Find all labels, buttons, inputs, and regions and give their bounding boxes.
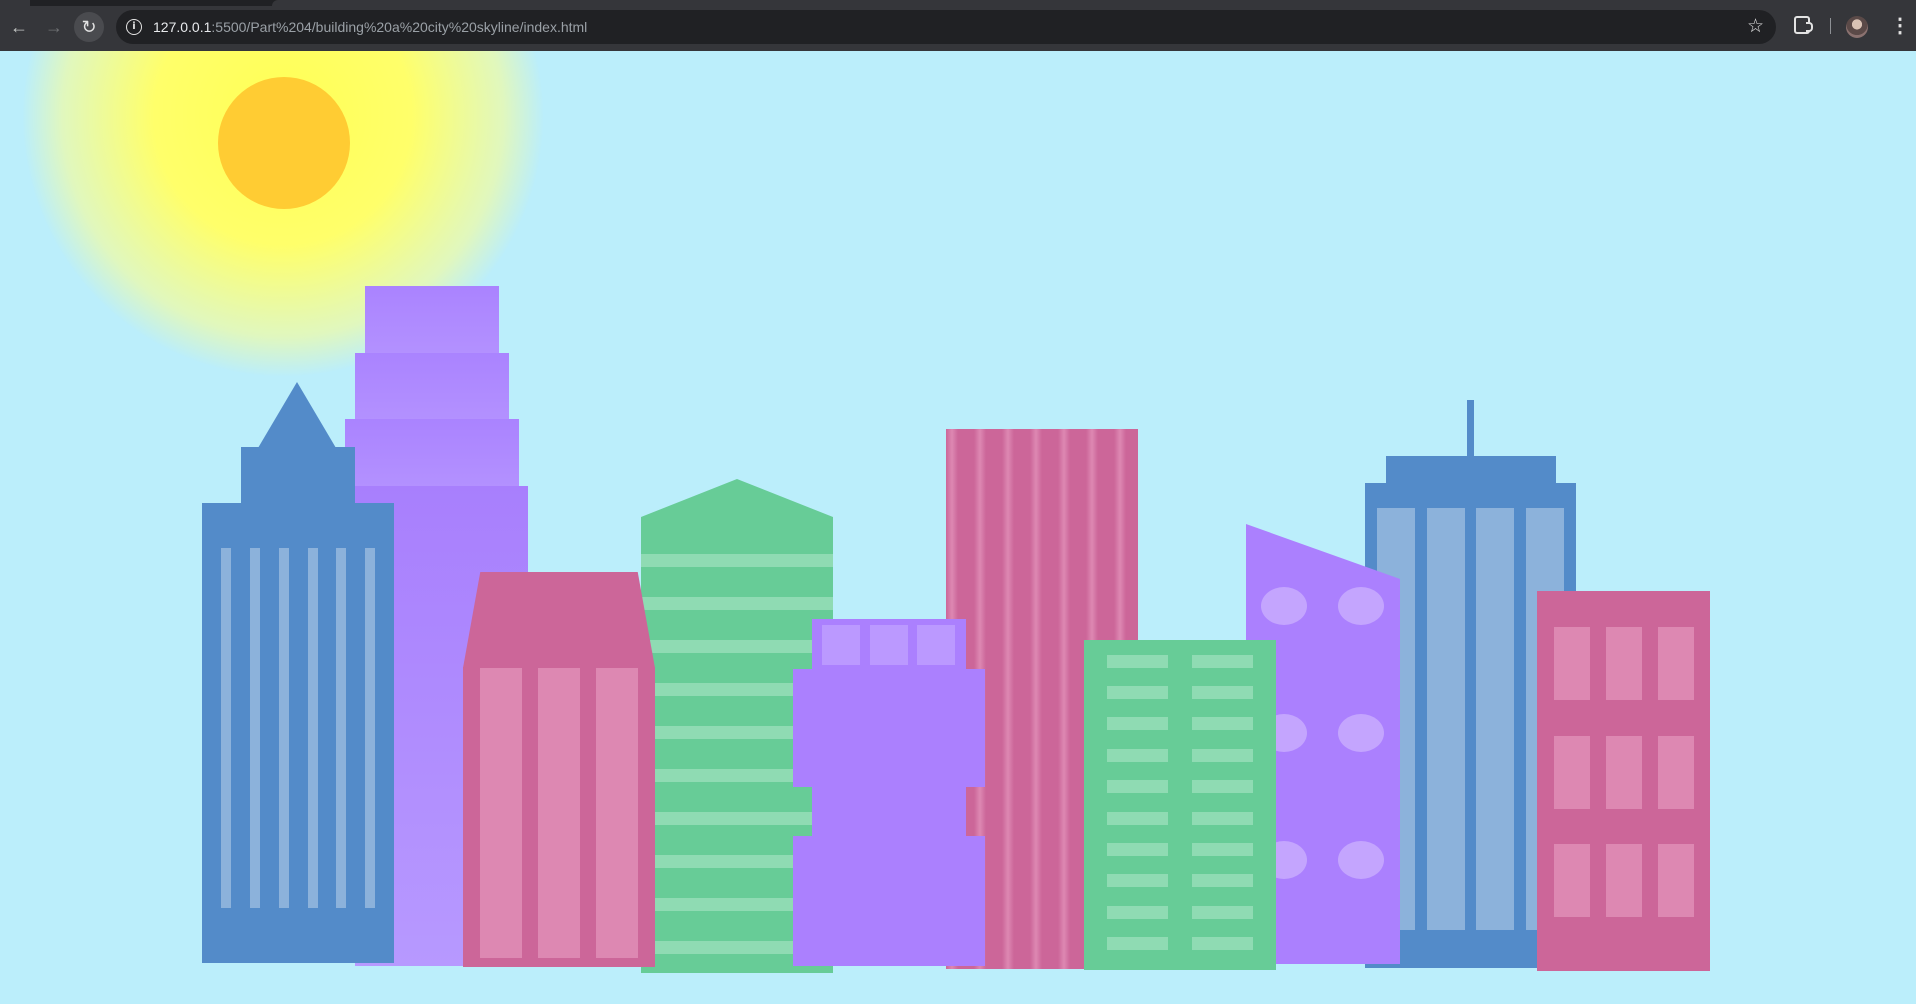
window: [1554, 627, 1590, 700]
tab-active[interactable]: [0, 0, 30, 6]
window: [1192, 937, 1253, 950]
purple-boxy-section: [793, 669, 985, 787]
window-stripe: [250, 548, 260, 908]
window-stripe: [279, 548, 289, 908]
blue-tower-top: [241, 447, 355, 505]
window: [1192, 780, 1253, 793]
arrow-left-icon: ←: [10, 17, 28, 37]
purple-tower-step: [365, 286, 499, 354]
antenna: [1467, 400, 1474, 462]
round-window: [1261, 587, 1307, 625]
round-window: [1338, 587, 1384, 625]
purple-tower-step: [345, 419, 519, 486]
blue-tower-spire: [258, 382, 336, 448]
window: [1192, 874, 1253, 887]
star-icon[interactable]: ☆: [1747, 15, 1764, 37]
reload-icon: ↻: [81, 17, 97, 37]
window: [1606, 627, 1642, 700]
window-column: [1476, 508, 1514, 930]
window: [1107, 906, 1168, 919]
blue-tower-top: [1386, 456, 1556, 486]
window-stripe: [221, 548, 231, 908]
window: [1107, 655, 1168, 668]
avatar[interactable]: [1846, 16, 1868, 38]
window: [1554, 844, 1590, 917]
forward-button[interactable]: →: [39, 12, 69, 42]
window-band: [641, 554, 833, 567]
window-column: [480, 668, 522, 958]
purple-boxy-building: [793, 836, 985, 966]
pink-trapezoid-roof: [463, 572, 655, 668]
window: [1107, 686, 1168, 699]
address-bar[interactable]: i 127.0.0.1:5500/Part%204/building%20a%2…: [116, 10, 1776, 44]
window: [1107, 874, 1168, 887]
back-button[interactable]: ←: [4, 12, 34, 42]
kebab-menu-icon[interactable]: ⋮: [1890, 14, 1910, 38]
window: [1107, 937, 1168, 950]
round-window: [1338, 841, 1384, 879]
window-band: [641, 640, 833, 653]
window: [1606, 736, 1642, 809]
round-window: [1338, 714, 1384, 752]
window: [1554, 736, 1590, 809]
purple-boxy-section: [812, 786, 966, 836]
arrow-right-icon: →: [45, 17, 63, 37]
window-band: [641, 597, 833, 610]
window: [1192, 717, 1253, 730]
sun: [218, 77, 350, 209]
window: [1658, 844, 1694, 917]
toolbar-divider: [1830, 18, 1831, 34]
window: [917, 625, 955, 665]
window: [822, 625, 860, 665]
url-path: :5500/Part%204/building%20a%20city%20sky…: [211, 19, 588, 35]
window-column: [596, 668, 638, 958]
tab-strip-bar: [272, 0, 1916, 6]
window: [1107, 749, 1168, 762]
puzzle-icon[interactable]: [1794, 16, 1813, 34]
window-stripe: [365, 548, 375, 908]
window: [1192, 812, 1253, 825]
window-column: [1427, 508, 1465, 930]
window: [1192, 749, 1253, 762]
purple-tower-step: [355, 353, 509, 420]
window: [870, 625, 908, 665]
tab-strip: [0, 0, 1916, 6]
url-text[interactable]: 127.0.0.1:5500/Part%204/building%20a%20c…: [153, 19, 587, 35]
reload-button[interactable]: ↻: [74, 12, 104, 42]
site-info-icon[interactable]: i: [126, 19, 142, 35]
window-column: [538, 668, 580, 958]
city-skyline-scene: [0, 51, 1916, 1004]
window: [1107, 717, 1168, 730]
browser-toolbar: ← → ↻ i 127.0.0.1:5500/Part%204/building…: [0, 0, 1916, 51]
window: [1658, 627, 1694, 700]
window: [1107, 812, 1168, 825]
window: [1107, 843, 1168, 856]
window: [1658, 736, 1694, 809]
window: [1606, 844, 1642, 917]
window-stripe: [336, 548, 346, 908]
url-host: 127.0.0.1: [153, 19, 212, 35]
window-band: [641, 812, 833, 825]
window: [1192, 686, 1253, 699]
window: [1107, 780, 1168, 793]
window-stripe: [308, 548, 318, 908]
window: [1192, 655, 1253, 668]
window: [1192, 843, 1253, 856]
window: [1192, 906, 1253, 919]
